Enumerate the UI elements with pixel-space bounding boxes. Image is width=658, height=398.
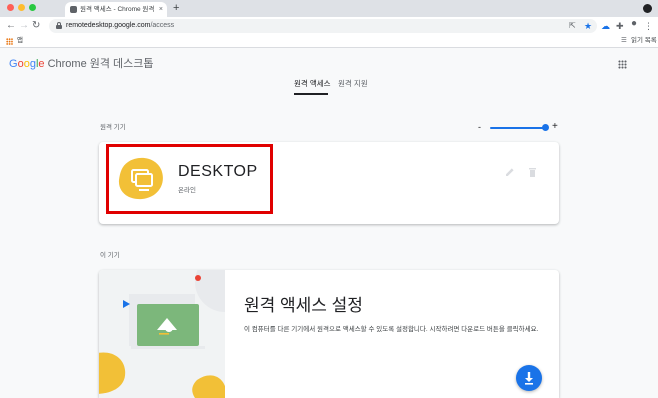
zoom-out-button[interactable]: - [478, 121, 481, 133]
this-device-heading: 이 기기 [100, 252, 120, 259]
share-icon[interactable]: ⇱ [569, 19, 576, 33]
download-icon [525, 372, 533, 385]
url-path: /access [150, 22, 175, 29]
setup-title: 원격 액세스 설정 [244, 296, 363, 315]
url-host: remotedesktop.google.com [66, 22, 151, 29]
tab-remote-support[interactable]: 원격 지원 [338, 78, 368, 90]
browser-tab-strip: 원격 액세스 - Chrome 원격 데스크톱 × + [0, 0, 658, 17]
active-tab-indicator [294, 93, 328, 95]
card-size-slider-thumb[interactable] [542, 124, 549, 131]
lock-icon[interactable] [56, 22, 62, 29]
address-bar[interactable]: remotedesktop.google.com/access ⇱ ★ [49, 19, 597, 33]
setup-description: 이 컴퓨터를 다른 기기에서 원격으로 액세스할 수 있도록 설정합니다. 시작… [244, 326, 539, 333]
browser-toolbar: ← → ↻ remotedesktop.google.com/access ⇱ … [0, 17, 658, 35]
delete-icon[interactable] [528, 167, 537, 177]
bookmarks-bar: 앱 ☰ 읽기 목록 [0, 35, 658, 48]
url-text: remotedesktop.google.com/access [66, 19, 174, 33]
back-arrow-icon[interactable]: ← [6, 18, 16, 34]
google-apps-icon[interactable] [618, 60, 627, 69]
reload-icon[interactable]: ↻ [32, 18, 40, 34]
profile-icon[interactable]: ● [631, 18, 637, 30]
bookmarks-apps-link[interactable]: 앱 [17, 35, 23, 47]
setup-illustration [99, 270, 225, 398]
extension-cloud-icon[interactable]: ☁ [601, 20, 610, 32]
tab-favicon-icon [70, 6, 77, 13]
tab-remote-access[interactable]: 원격 액세스 [294, 78, 331, 90]
window-minimize-icon[interactable] [18, 4, 25, 11]
download-button[interactable] [516, 365, 542, 391]
window-maximize-icon[interactable] [29, 4, 36, 11]
new-tab-button[interactable]: + [173, 2, 179, 15]
browser-tab-remote-access[interactable]: 원격 액세스 - Chrome 원격 데스크톱 × [65, 2, 167, 17]
forward-arrow-icon[interactable]: → [19, 18, 29, 34]
star-icon[interactable]: ★ [584, 19, 592, 33]
tab-title: 원격 액세스 - Chrome 원격 데스크톱 [80, 6, 154, 13]
profile-icon[interactable] [643, 4, 652, 13]
laptop-illustration [99, 270, 225, 398]
zoom-in-button[interactable]: + [552, 121, 558, 133]
edit-icon[interactable] [505, 167, 515, 177]
window-close-icon[interactable] [7, 4, 14, 11]
puzzle-icon[interactable]: ✚ [616, 20, 624, 32]
card-size-slider[interactable] [490, 127, 546, 129]
tab-close-icon[interactable]: × [159, 4, 163, 15]
browser-menu-icon[interactable]: ⋮ [644, 20, 653, 32]
brand-letter: G [9, 58, 18, 70]
page-title: Google Chrome 원격 데스크톱 [9, 57, 154, 71]
brand-product-name: Chrome 원격 데스크톱 [44, 58, 154, 70]
reading-list-link[interactable]: 읽기 목록 [631, 35, 657, 47]
remote-devices-heading: 원격 기기 [100, 124, 126, 131]
apps-grid-icon[interactable] [6, 38, 13, 45]
reading-list-icon[interactable]: ☰ [621, 35, 627, 47]
highlight-box [106, 144, 273, 214]
